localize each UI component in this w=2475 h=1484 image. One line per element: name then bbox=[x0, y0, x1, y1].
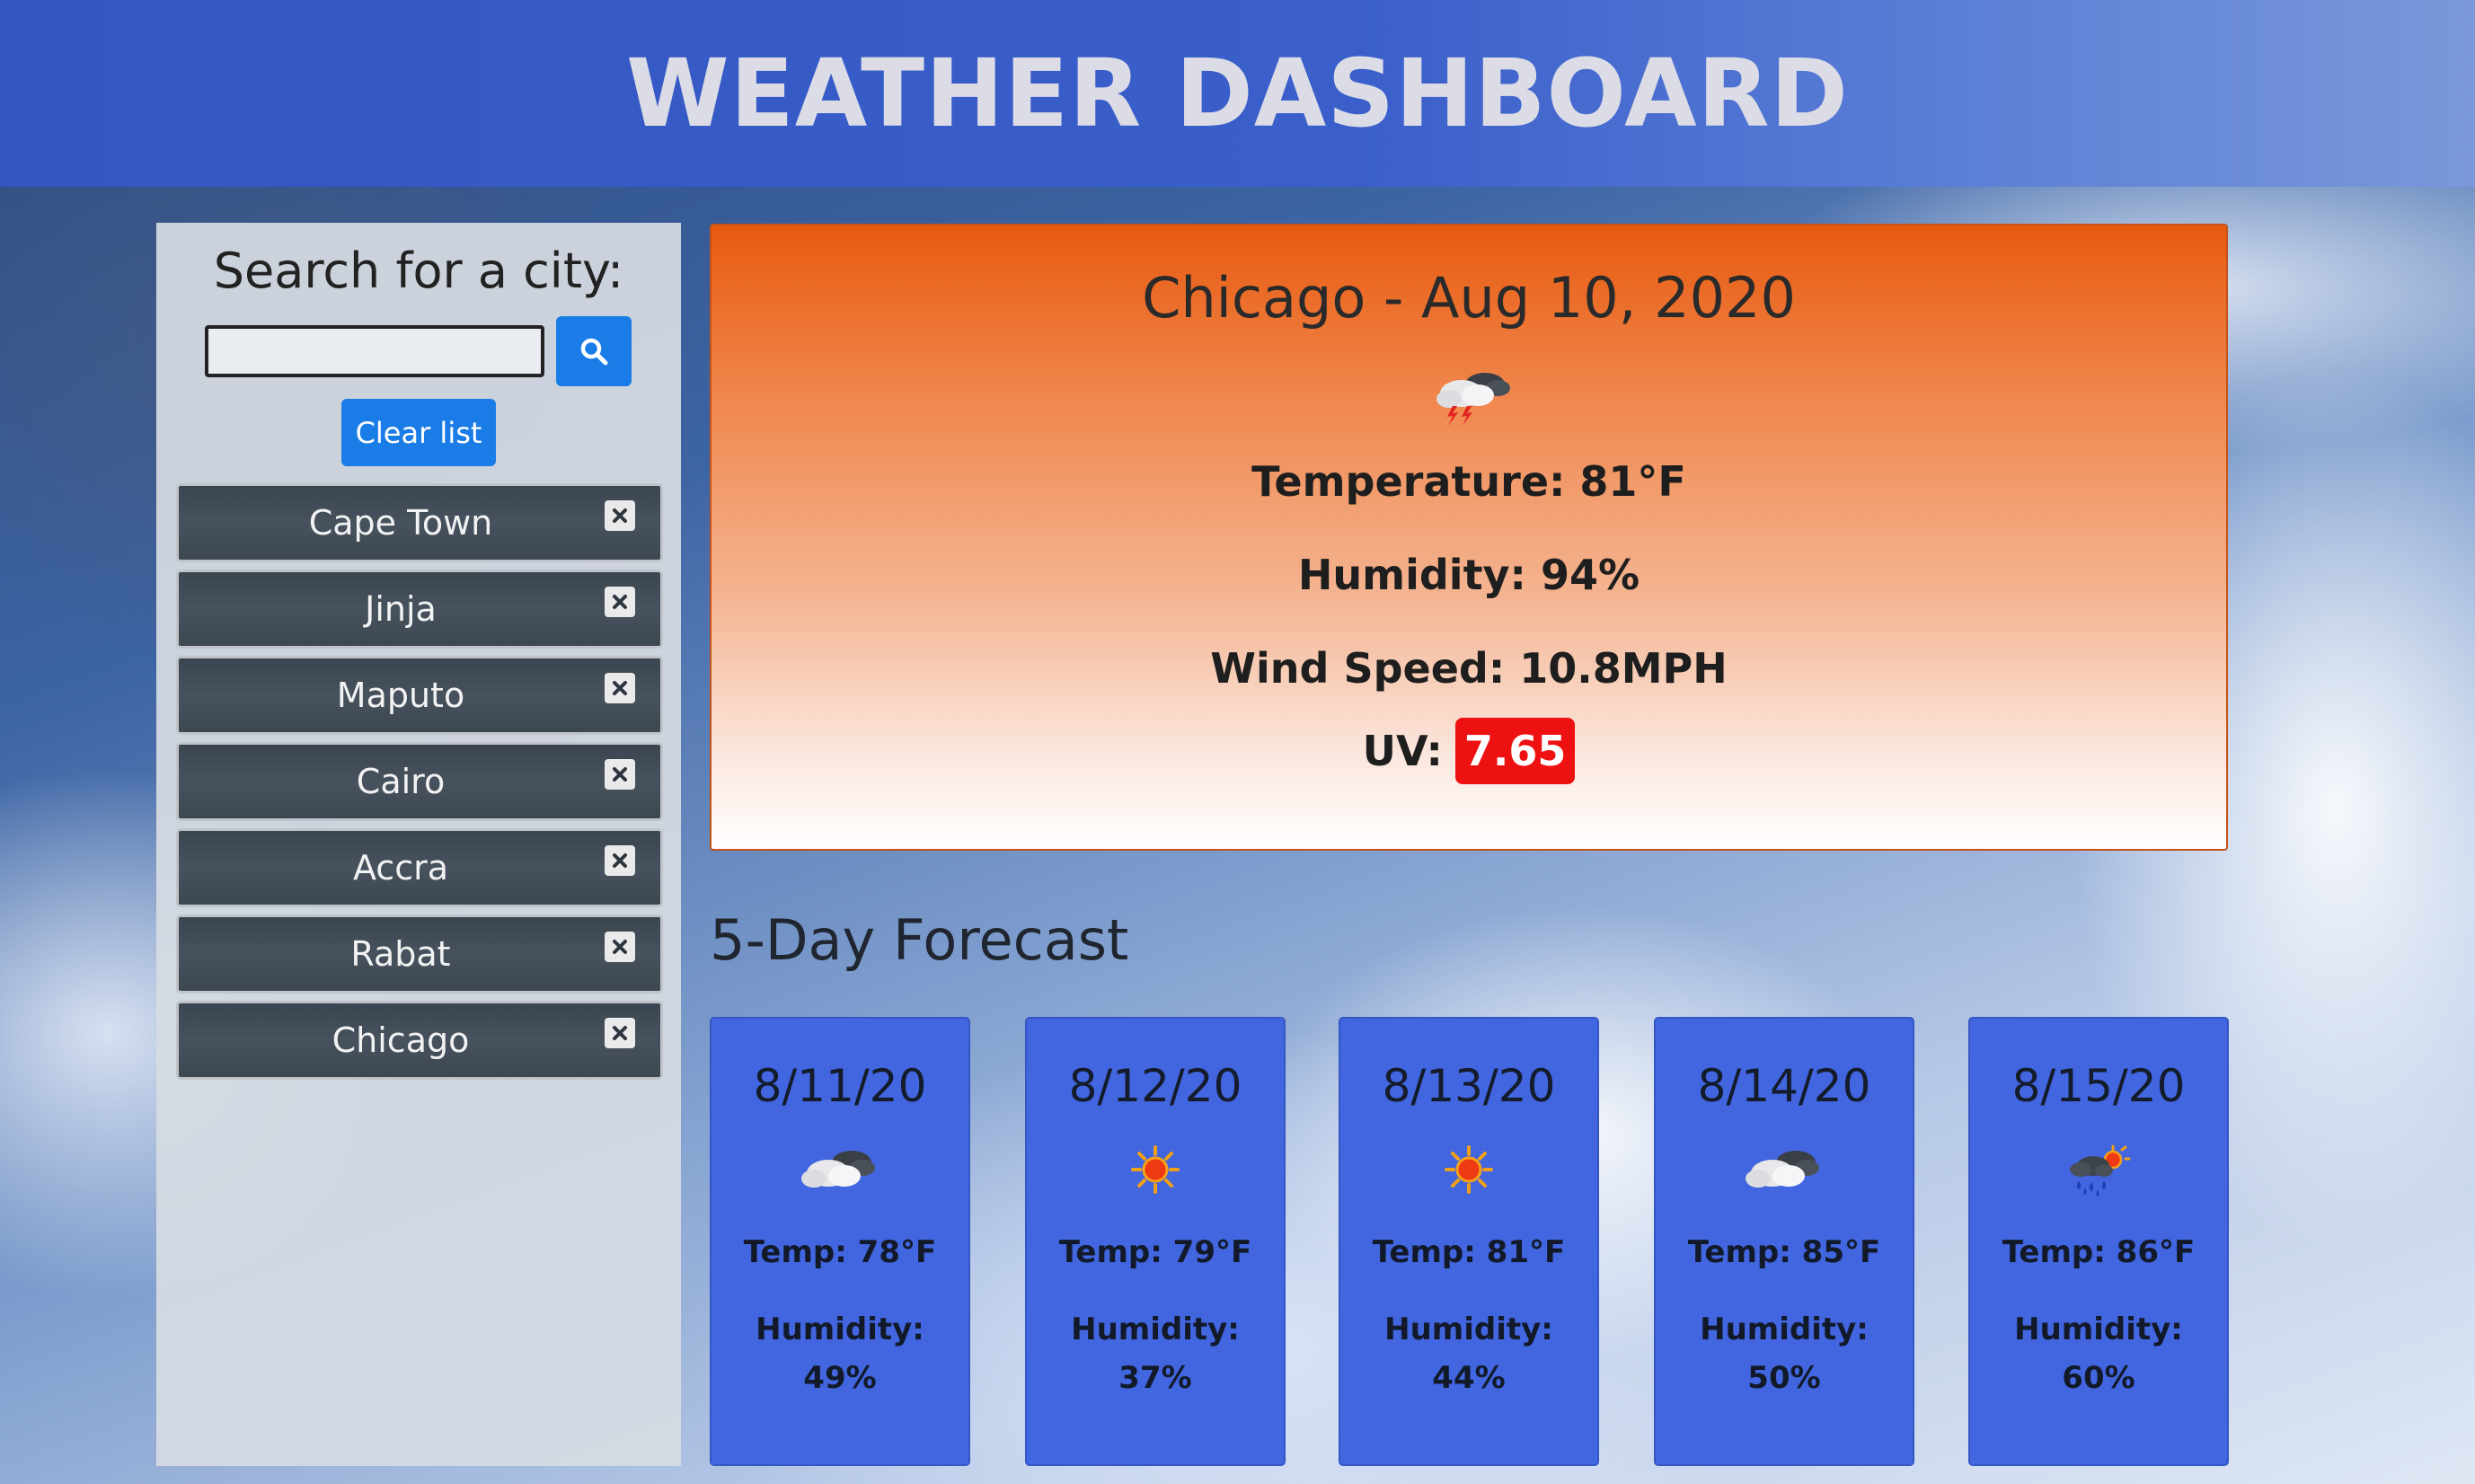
search-input[interactable] bbox=[205, 325, 544, 377]
search-icon bbox=[580, 338, 608, 366]
forecast-humidity-value: 49% bbox=[803, 1360, 877, 1396]
forecast-humidity-label: Humidity: bbox=[1700, 1312, 1869, 1347]
search-title: Search for a city: bbox=[213, 243, 624, 299]
city-label: Cairo bbox=[356, 762, 446, 801]
remove-city-icon[interactable] bbox=[605, 500, 635, 531]
cloudy-icon bbox=[801, 1151, 875, 1188]
sidebar: Search for a city: Clear list Cape Town … bbox=[156, 223, 681, 1466]
forecast-title: 5-Day Forecast bbox=[710, 907, 1129, 973]
forecast-humidity-label: Humidity: bbox=[1384, 1312, 1553, 1347]
search-button[interactable] bbox=[556, 316, 632, 386]
forecast-humidity-label: Humidity: bbox=[756, 1312, 924, 1347]
forecast-temp: Temp: 79°F bbox=[1058, 1234, 1252, 1270]
forecast-humidity-value: 44% bbox=[1432, 1360, 1506, 1396]
city-item-maputo[interactable]: Maputo bbox=[176, 656, 663, 735]
forecast-humidity-label: Humidity: bbox=[2014, 1312, 2183, 1347]
city-item-rabat[interactable]: Rabat bbox=[176, 914, 663, 994]
header-bar: WEATHER DASHBOARD bbox=[0, 0, 2475, 187]
city-label: Rabat bbox=[350, 934, 451, 974]
city-label: Maputo bbox=[336, 676, 465, 715]
page-title: WEATHER DASHBOARD bbox=[625, 39, 1850, 148]
city-label: Jinja bbox=[365, 589, 437, 629]
city-item-jinja[interactable]: Jinja bbox=[176, 570, 663, 649]
uv-row: UV: 7.65 bbox=[712, 718, 2226, 784]
remove-city-icon[interactable] bbox=[605, 759, 635, 790]
forecast-temp: Temp: 78°F bbox=[743, 1234, 937, 1270]
forecast-card: 8/11/20 Temp: 78°F Humidity: 49% bbox=[710, 1017, 970, 1466]
forecast-card: 8/12/20 Temp: 79°F Humidity: 37% bbox=[1025, 1017, 1286, 1466]
rain-sun-icon bbox=[2070, 1144, 2131, 1197]
uv-label: UV: bbox=[1362, 727, 1443, 775]
cloudy-icon bbox=[1746, 1151, 1819, 1188]
current-humidity: Humidity: 94% bbox=[1297, 551, 1640, 599]
forecast-date: 8/12/20 bbox=[1068, 1060, 1242, 1112]
forecast-date: 8/13/20 bbox=[1382, 1060, 1556, 1112]
current-city-date: Chicago - Aug 10, 2020 bbox=[1142, 265, 1796, 331]
current-wind-speed: Wind Speed: 10.8MPH bbox=[1210, 644, 1728, 693]
thunderstorm-icon bbox=[1436, 373, 1510, 426]
forecast-card: 8/15/20 Temp: 86°F Humidity: 60% bbox=[1968, 1017, 2229, 1466]
sun-icon bbox=[1131, 1145, 1180, 1194]
forecast-humidity-label: Humidity: bbox=[1071, 1312, 1240, 1347]
city-item-chicago[interactable]: Chicago bbox=[176, 1001, 663, 1080]
forecast-date: 8/14/20 bbox=[1697, 1060, 1871, 1112]
current-weather-card: Chicago - Aug 10, 2020 Temperature: 81°F… bbox=[710, 224, 2228, 851]
remove-city-icon[interactable] bbox=[605, 587, 635, 617]
city-label: Accra bbox=[352, 848, 449, 888]
forecast-card: 8/13/20 Temp: 81°F Humidity: 44% bbox=[1339, 1017, 1599, 1466]
remove-city-icon[interactable] bbox=[605, 845, 635, 876]
forecast-card: 8/14/20 Temp: 85°F Humidity: 50% bbox=[1654, 1017, 1914, 1466]
city-item-cairo[interactable]: Cairo bbox=[176, 742, 663, 821]
forecast-date: 8/11/20 bbox=[753, 1060, 927, 1112]
city-list: Cape Town Jinja Maputo Cairo Accra Rabat… bbox=[176, 483, 663, 1087]
forecast-temp: Temp: 81°F bbox=[1372, 1234, 1566, 1270]
city-item-accra[interactable]: Accra bbox=[176, 828, 663, 907]
forecast-temp: Temp: 85°F bbox=[1687, 1234, 1881, 1270]
city-item-cape-town[interactable]: Cape Town bbox=[176, 483, 663, 562]
sun-icon bbox=[1445, 1145, 1493, 1194]
city-label: Chicago bbox=[331, 1020, 470, 1060]
uv-badge: 7.65 bbox=[1454, 718, 1576, 784]
clear-list-button[interactable]: Clear list bbox=[341, 399, 496, 466]
forecast-humidity-value: 60% bbox=[2062, 1360, 2135, 1396]
forecast-humidity-value: 50% bbox=[1747, 1360, 1821, 1396]
city-label: Cape Town bbox=[308, 503, 493, 543]
remove-city-icon[interactable] bbox=[605, 932, 635, 962]
forecast-temp: Temp: 86°F bbox=[2002, 1234, 2196, 1270]
forecast-humidity-value: 37% bbox=[1118, 1360, 1192, 1396]
current-temperature: Temperature: 81°F bbox=[1251, 457, 1686, 506]
remove-city-icon[interactable] bbox=[605, 673, 635, 703]
remove-city-icon[interactable] bbox=[605, 1018, 635, 1048]
forecast-date: 8/15/20 bbox=[2011, 1060, 2186, 1112]
